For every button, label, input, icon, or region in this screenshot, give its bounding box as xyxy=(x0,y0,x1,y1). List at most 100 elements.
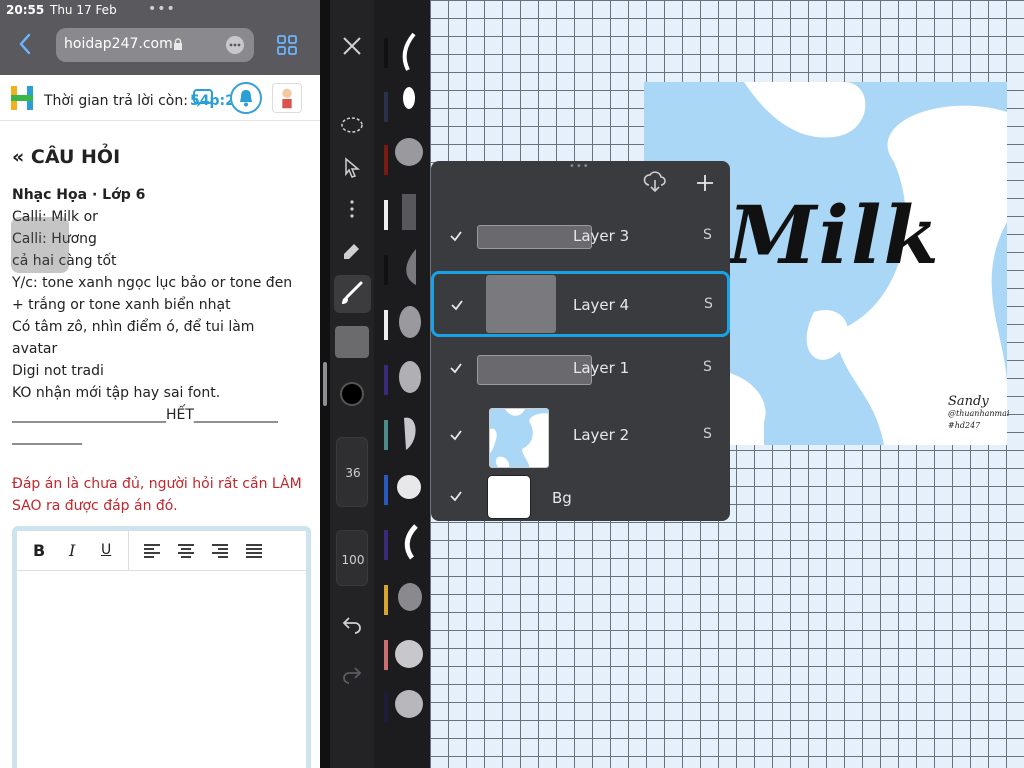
brush-size-slider[interactable]: 36 xyxy=(336,437,368,507)
chat-icon[interactable] xyxy=(192,87,214,109)
align-left-icon[interactable] xyxy=(143,543,161,559)
question-subject: Nhạc Họa · Lớp 6 xyxy=(12,187,146,203)
brush-preview[interactable] xyxy=(394,575,424,619)
brush-preview[interactable] xyxy=(394,630,424,674)
cloud-download-icon[interactable] xyxy=(643,169,667,195)
status-time: 20:55 xyxy=(6,3,45,17)
pattern-thumbnail xyxy=(490,409,548,467)
brush-preview[interactable] xyxy=(394,30,424,74)
lock-icon xyxy=(174,38,182,50)
url-bar[interactable]: hoidap247.com xyxy=(56,28,254,62)
layer-row-layer-3[interactable]: Layer 3 S xyxy=(431,207,730,271)
color-picker[interactable] xyxy=(340,382,364,406)
question-line: ______________________HẾT____________ xyxy=(12,407,278,423)
brush-color-swatch xyxy=(384,92,388,122)
layer-row-layer-4[interactable]: Layer 4 S xyxy=(431,271,730,337)
blend-mode-label[interactable]: S xyxy=(703,359,712,375)
italic-button[interactable]: I xyxy=(69,541,75,560)
notification-button[interactable] xyxy=(230,82,262,114)
more-icon[interactable] xyxy=(226,36,244,54)
reference-thumbnail[interactable] xyxy=(335,326,369,358)
more-options-icon[interactable] xyxy=(340,197,364,221)
artwork-signature-handle: @thuanhanmai xyxy=(948,409,1010,418)
split-view-divider[interactable] xyxy=(320,0,330,768)
align-center-icon[interactable] xyxy=(177,543,195,559)
layer-name: Layer 4 xyxy=(573,296,630,314)
site-header: Thời gian trả lời còn: 54p:29s xyxy=(0,75,320,121)
bell-icon xyxy=(240,90,252,107)
brush-preview[interactable] xyxy=(394,190,424,234)
blend-mode-label[interactable]: S xyxy=(704,296,713,312)
tabs-grid-icon[interactable] xyxy=(277,35,297,55)
visibility-check-icon[interactable] xyxy=(449,489,463,503)
add-layer-icon[interactable] xyxy=(695,173,715,193)
brush-preview[interactable] xyxy=(394,130,424,174)
brush-color-swatch xyxy=(384,530,388,560)
brush-preview[interactable] xyxy=(394,682,424,726)
brush-library-strip xyxy=(374,0,430,768)
brush-color-swatch xyxy=(384,145,388,175)
browser-toolbar: 20:55 Thu 17 Feb ••• hoidap247.com xyxy=(0,0,320,75)
layer-row-layer-2[interactable]: Layer 2 S xyxy=(431,406,730,470)
opacity-value: 100 xyxy=(341,553,365,567)
multitask-dots[interactable]: ••• xyxy=(148,1,176,17)
layer-name: Layer 1 xyxy=(573,359,630,377)
undo-icon[interactable] xyxy=(340,612,364,636)
visibility-check-icon[interactable] xyxy=(449,361,463,375)
visibility-check-icon[interactable] xyxy=(449,229,463,243)
hoidap-logo-icon[interactable] xyxy=(10,85,34,111)
brush-preview[interactable] xyxy=(394,80,424,124)
align-right-icon[interactable] xyxy=(211,543,229,559)
brush-preview[interactable] xyxy=(394,355,424,399)
back-icon[interactable] xyxy=(14,32,38,56)
brush-preview[interactable] xyxy=(394,465,424,509)
opacity-slider[interactable]: 100 xyxy=(336,530,368,586)
answer-timer-label: Thời gian trả lời còn: xyxy=(44,93,188,109)
brush-preview[interactable] xyxy=(394,520,424,564)
brush-color-swatch xyxy=(384,692,388,722)
question-line: Y/c: tone xanh ngọc lục bảo or tone đen xyxy=(12,275,293,291)
brush-preview[interactable] xyxy=(394,410,424,454)
layer-name: Layer 3 xyxy=(573,227,630,245)
question-line: Có tâm zô, nhìn điểm ó, để tui làm xyxy=(12,319,255,335)
brush-preview[interactable] xyxy=(394,245,424,289)
brush-tool-button[interactable] xyxy=(334,275,371,313)
answer-editor[interactable]: B I U xyxy=(12,526,311,768)
eraser-icon[interactable] xyxy=(340,238,364,262)
browser-pane: 20:55 Thu 17 Feb ••• hoidap247.com Thời … xyxy=(0,0,320,768)
selection-lasso-icon[interactable] xyxy=(340,113,364,137)
floating-overlay[interactable] xyxy=(11,217,69,273)
redo-icon[interactable] xyxy=(340,662,364,686)
user-avatar[interactable] xyxy=(272,83,302,113)
brush-color-swatch xyxy=(384,640,388,670)
brush-color-swatch xyxy=(384,310,388,340)
close-icon[interactable] xyxy=(340,34,364,58)
brush-preview[interactable] xyxy=(394,300,424,344)
panel-grip[interactable]: ••• xyxy=(569,162,593,172)
align-justify-icon[interactable] xyxy=(245,543,263,559)
question-line: + trắng or tone xanh biển nhạt xyxy=(12,297,231,313)
layer-row-background[interactable]: Bg xyxy=(431,469,730,521)
question-line: KO nhận mới tập hay sai font. xyxy=(12,385,221,401)
bold-button[interactable]: B xyxy=(33,541,45,560)
underline-button[interactable]: U xyxy=(101,542,111,558)
blend-mode-label[interactable]: S xyxy=(703,426,712,442)
paintbrush-icon xyxy=(342,281,363,304)
visibility-check-icon[interactable] xyxy=(449,428,463,442)
toolbar-divider xyxy=(128,531,129,571)
brush-color-swatch xyxy=(384,420,388,450)
avatar-icon xyxy=(282,88,292,109)
artwork-signature: Sandy @thuanhanmai #hd247 xyxy=(948,394,1010,432)
status-date: Thu 17 Feb xyxy=(50,3,117,17)
artwork-signature-name: Sandy xyxy=(948,394,989,409)
visibility-check-icon[interactable] xyxy=(450,298,464,312)
editor-toolbar: B I U xyxy=(17,531,306,571)
layer-name: Layer 2 xyxy=(573,426,630,444)
move-cursor-icon[interactable] xyxy=(340,156,364,180)
brush-color-swatch xyxy=(384,365,388,395)
brush-color-swatch xyxy=(384,475,388,505)
blend-mode-label[interactable]: S xyxy=(703,227,712,243)
split-view-handle[interactable] xyxy=(323,362,327,406)
layers-panel: ••• Layer 3 S Layer 4 S Layer 1 S Layer … xyxy=(431,161,730,521)
layer-row-layer-1[interactable]: Layer 1 S xyxy=(431,339,730,403)
